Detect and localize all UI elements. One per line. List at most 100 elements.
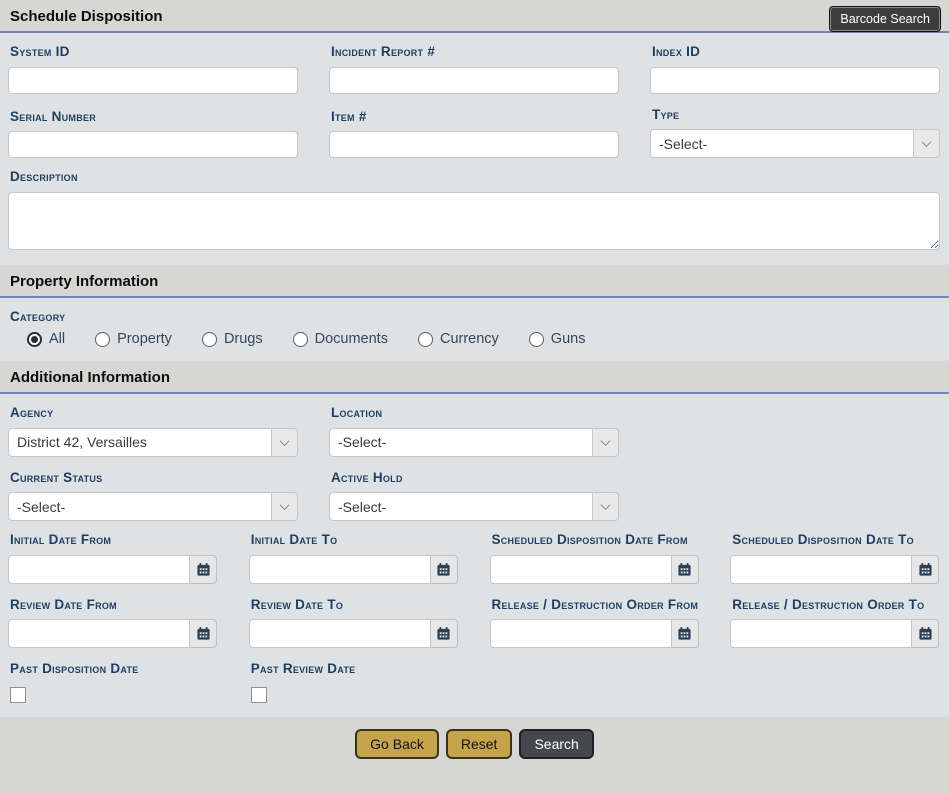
radio-unchecked-icon <box>95 332 110 347</box>
property-information-title: Property Information <box>10 273 939 290</box>
past-disposition-date-label: Past Disposition Date <box>10 660 218 678</box>
radio-checked-icon <box>27 332 42 347</box>
agency-select-value: District 42, Versailles <box>9 429 271 456</box>
scheduled-disposition-date-to-calendar-button[interactable] <box>912 555 939 584</box>
serial-number-input[interactable] <box>8 131 298 158</box>
radio-unchecked-icon <box>202 332 217 347</box>
chevron-down-icon <box>280 500 290 510</box>
calendar-icon <box>677 562 692 577</box>
current-status-select-value: -Select- <box>9 493 271 520</box>
barcode-search-button[interactable]: Barcode Search <box>829 6 941 32</box>
type-select-value: -Select- <box>651 130 913 157</box>
location-select[interactable]: -Select- <box>329 428 619 457</box>
current-status-label: Current Status <box>10 469 298 487</box>
calendar-icon <box>436 562 451 577</box>
active-hold-select-dropdown-button[interactable] <box>592 493 618 520</box>
search-button[interactable]: Search <box>519 729 593 759</box>
scheduled-disposition-date-from-input[interactable] <box>490 555 672 584</box>
system-id-input[interactable] <box>8 67 298 94</box>
initial-date-to-calendar-button[interactable] <box>431 555 458 584</box>
review-date-to-label: Review Date To <box>251 596 459 614</box>
release-destruction-order-from-label: Release / Destruction Order From <box>492 596 700 614</box>
radio-unchecked-icon <box>418 332 433 347</box>
additional-information-section: Agency District 42, Versailles Location … <box>0 394 949 717</box>
scheduled-disposition-date-from-label: Scheduled Disposition Date From <box>492 531 700 549</box>
incident-report-input[interactable] <box>329 67 619 94</box>
type-select[interactable]: -Select- <box>650 129 940 158</box>
calendar-icon <box>436 626 451 641</box>
type-select-dropdown-button[interactable] <box>913 130 939 157</box>
agency-select-dropdown-button[interactable] <box>271 429 297 456</box>
initial-date-to-input[interactable] <box>249 555 431 584</box>
release-destruction-order-from-calendar-button[interactable] <box>672 619 699 648</box>
active-hold-label: Active Hold <box>331 469 619 487</box>
location-label: Location <box>331 404 619 422</box>
chevron-down-icon <box>601 436 611 446</box>
calendar-icon <box>918 626 933 641</box>
category-radio-all[interactable]: All <box>27 331 65 347</box>
description-textarea[interactable] <box>8 192 940 250</box>
item-number-input[interactable] <box>329 131 619 158</box>
current-status-select[interactable]: -Select- <box>8 492 298 521</box>
release-destruction-order-to-calendar-button[interactable] <box>912 619 939 648</box>
review-date-from-label: Review Date From <box>10 596 218 614</box>
past-disposition-date-checkbox[interactable] <box>10 687 26 703</box>
radio-unchecked-icon <box>529 332 544 347</box>
chevron-down-icon <box>280 436 290 446</box>
serial-number-label: Serial Number <box>10 108 298 126</box>
category-radio-guns[interactable]: Guns <box>529 331 586 347</box>
agency-label: Agency <box>10 404 298 422</box>
radio-unchecked-icon <box>293 332 308 347</box>
index-id-input[interactable] <box>650 67 940 94</box>
active-hold-select-value: -Select- <box>330 493 592 520</box>
schedule-disposition-header: Schedule Disposition Barcode Search <box>0 0 949 33</box>
scheduled-disposition-date-to-label: Scheduled Disposition Date To <box>732 531 940 549</box>
description-label: Description <box>10 168 940 186</box>
page-title: Schedule Disposition <box>10 8 939 25</box>
footer-actions: Go Back Reset Search <box>0 717 949 759</box>
category-radio-currency[interactable]: Currency <box>418 331 499 347</box>
past-review-date-checkbox[interactable] <box>251 687 267 703</box>
release-destruction-order-to-label: Release / Destruction Order To <box>732 596 940 614</box>
calendar-icon <box>196 626 211 641</box>
category-radio-group: All Property Drugs Documents Currency Gu… <box>27 331 940 347</box>
category-radio-documents[interactable]: Documents <box>293 331 388 347</box>
category-radio-drugs[interactable]: Drugs <box>202 331 263 347</box>
additional-information-title: Additional Information <box>10 369 939 386</box>
property-information-section: Category All Property Drugs Documents Cu… <box>0 298 949 362</box>
release-destruction-order-from-input[interactable] <box>490 619 672 648</box>
system-id-label: System ID <box>10 43 298 61</box>
identification-section: System ID Incident Report # Index ID Ser… <box>0 33 949 265</box>
chevron-down-icon <box>601 500 611 510</box>
initial-date-from-input[interactable] <box>8 555 190 584</box>
reset-button[interactable]: Reset <box>446 729 513 759</box>
release-destruction-order-to-input[interactable] <box>730 619 912 648</box>
category-label: Category <box>10 308 940 326</box>
review-date-to-input[interactable] <box>249 619 431 648</box>
incident-report-label: Incident Report # <box>331 43 619 61</box>
review-date-from-input[interactable] <box>8 619 190 648</box>
initial-date-from-label: Initial Date From <box>10 531 218 549</box>
calendar-icon <box>918 562 933 577</box>
past-review-date-label: Past Review Date <box>251 660 459 678</box>
calendar-icon <box>677 626 692 641</box>
chevron-down-icon <box>922 137 932 147</box>
item-number-label: Item # <box>331 108 619 126</box>
active-hold-select[interactable]: -Select- <box>329 492 619 521</box>
scheduled-disposition-date-to-input[interactable] <box>730 555 912 584</box>
category-radio-property[interactable]: Property <box>95 331 172 347</box>
additional-information-header: Additional Information <box>0 361 949 394</box>
index-id-label: Index ID <box>652 43 940 61</box>
type-label: Type <box>652 106 940 124</box>
current-status-select-dropdown-button[interactable] <box>271 493 297 520</box>
property-information-header: Property Information <box>0 265 949 298</box>
review-date-to-calendar-button[interactable] <box>431 619 458 648</box>
agency-select[interactable]: District 42, Versailles <box>8 428 298 457</box>
initial-date-from-calendar-button[interactable] <box>190 555 217 584</box>
review-date-from-calendar-button[interactable] <box>190 619 217 648</box>
calendar-icon <box>196 562 211 577</box>
initial-date-to-label: Initial Date To <box>251 531 459 549</box>
location-select-dropdown-button[interactable] <box>592 429 618 456</box>
go-back-button[interactable]: Go Back <box>355 729 439 759</box>
scheduled-disposition-date-from-calendar-button[interactable] <box>672 555 699 584</box>
